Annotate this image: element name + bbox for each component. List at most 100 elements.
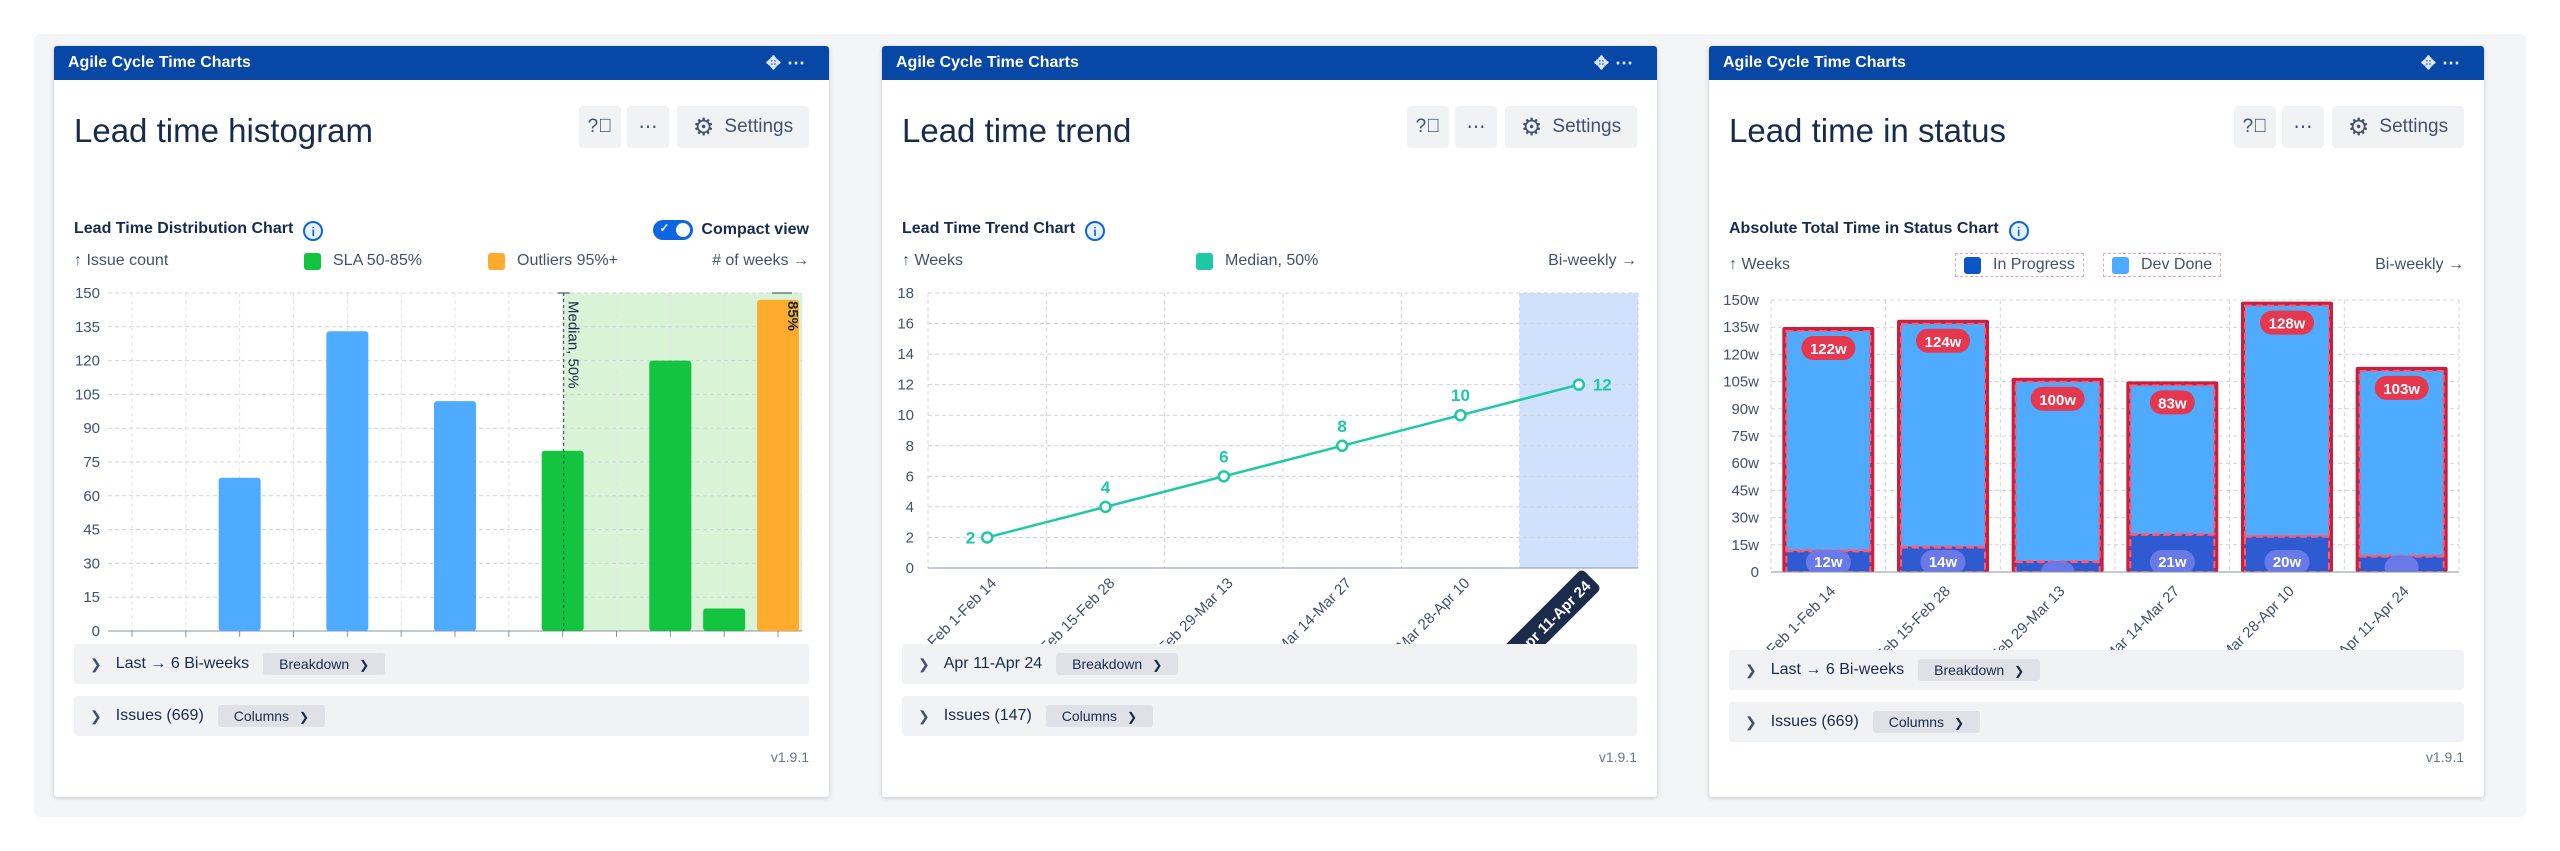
move-icon[interactable]: ✥	[2421, 53, 2442, 73]
x-axis-unit: Bi-weekly →	[1548, 252, 1637, 269]
chevron-right-icon: ❯	[1954, 716, 1965, 730]
bar	[218, 477, 261, 631]
y-tick-label: 0	[906, 560, 914, 577]
settings-button[interactable]: ⚙ Settings	[677, 106, 809, 148]
x-axis-unit: Bi-weekly →	[2375, 256, 2464, 273]
more-button[interactable]: ⋯	[1455, 106, 1497, 148]
y-tick-label: 6	[906, 468, 914, 485]
value-label: 20w	[2273, 554, 2302, 571]
move-icon[interactable]: ✥	[1594, 53, 1615, 73]
chevron-right-icon: ❯	[90, 655, 102, 672]
legend-item-in-progress[interactable]: In Progress	[1955, 253, 2084, 277]
breakdown-label: Breakdown	[1072, 656, 1143, 672]
y-tick-label: 8	[906, 438, 914, 455]
data-label: 2	[966, 528, 975, 547]
settings-button[interactable]: ⚙ Settings	[2332, 106, 2464, 148]
bar	[434, 401, 476, 631]
y-tick-label: 90w	[1731, 401, 1759, 418]
y-tick-label: 30w	[1731, 510, 1759, 527]
move-icon[interactable]: ✥	[766, 53, 787, 73]
status-panel: Agile Cycle Time Charts ✥⋯ Lead time in …	[1709, 46, 2484, 797]
y-tick-label: 90	[83, 420, 100, 437]
y-tick-label: 15	[83, 589, 100, 606]
legend-label: Dev Done	[2141, 256, 2213, 273]
more-button[interactable]: ⋯	[627, 106, 669, 148]
trend-chart[interactable]: 02468101214161824681012Feb 1-Feb 14 Feb 1…	[882, 276, 1657, 676]
columns-label: Columns	[1061, 708, 1118, 724]
more-icon[interactable]: ⋯	[2442, 53, 2466, 73]
status-chart[interactable]: 0 15w 30w 45w 60w 75w 90w 105w 120w 135w 150w 122w 1…	[1709, 276, 2484, 676]
legend-swatch	[1964, 256, 1981, 274]
chart-subtitle-text: Lead Time Distribution Chart	[74, 220, 294, 237]
bar-dev-done	[1785, 330, 1872, 552]
chart-legend-line: ↑ Weeks Median, 50% Bi-weekly →	[902, 252, 1637, 274]
range-row[interactable]: ❯ Last → 6 Bi-weeks Breakdown ❯	[1729, 650, 2464, 690]
info-icon[interactable]: i	[1085, 221, 1106, 241]
range-row[interactable]: ❯ Apr 11-Apr 24 Breakdown ❯	[902, 644, 1637, 684]
help-button[interactable]: ?⃝	[1407, 106, 1449, 148]
columns-label: Columns	[233, 708, 290, 724]
panel-titlebar[interactable]: Agile Cycle Time Charts ✥⋯	[1709, 46, 2484, 80]
panel-titlebar[interactable]: Agile Cycle Time Charts ✥⋯	[54, 46, 829, 80]
issues-row[interactable]: ❯ Issues (147) Columns ❯	[902, 696, 1637, 736]
panel-title: Agile Cycle Time Charts	[68, 54, 251, 71]
settings-button[interactable]: ⚙ Settings	[1505, 106, 1637, 148]
y-tick-label: 12	[897, 377, 914, 394]
breakdown-button[interactable]: Breakdown ❯	[1056, 653, 1179, 675]
chevron-right-icon: ❯	[1745, 713, 1757, 730]
columns-button[interactable]: Columns ❯	[1872, 711, 1981, 733]
issues-label: Issues (669)	[115, 707, 204, 724]
more-icon[interactable]: ⋯	[787, 53, 811, 73]
question-icon: ?⃝	[1415, 116, 1441, 137]
value-label: 83w	[2158, 395, 2187, 412]
y-tick-label: 0	[1751, 564, 1759, 581]
y-axis-unit: ↑ Issue count	[74, 252, 169, 269]
page-title: Lead time in status	[1729, 112, 2006, 149]
issues-row[interactable]: ❯ Issues (669) Columns ❯	[74, 696, 809, 736]
value-label: 124w	[1925, 334, 1962, 351]
data-label: 4	[1101, 478, 1111, 497]
y-tick-label: 15w	[1731, 537, 1759, 554]
chevron-right-icon: ❯	[90, 707, 102, 724]
columns-button[interactable]: Columns ❯	[217, 705, 326, 727]
data-point	[1454, 408, 1467, 422]
info-icon[interactable]: i	[303, 221, 324, 241]
issues-row[interactable]: ❯ Issues (669) Columns ❯	[1729, 702, 2464, 742]
panel-title: Agile Cycle Time Charts	[896, 54, 1079, 71]
toggle-switch[interactable]	[653, 220, 694, 240]
legend-item-dev-done[interactable]: Dev Done	[2103, 253, 2222, 277]
breakdown-button[interactable]: Breakdown ❯	[263, 653, 386, 675]
legend-item-sla[interactable]: SLA 50-85%	[304, 252, 422, 270]
breakdown-button[interactable]: Breakdown ❯	[1918, 659, 2041, 681]
info-icon[interactable]: i	[2008, 221, 2029, 241]
histogram-chart[interactable]: 0153045607590105120135150012345678910111…	[54, 276, 829, 676]
issues-label: Issues (147)	[943, 707, 1032, 724]
panel-titlebar[interactable]: Agile Cycle Time Charts ✥⋯	[882, 46, 1657, 80]
legend-label: SLA 50-85%	[333, 252, 422, 269]
help-button[interactable]: ?⃝	[2234, 106, 2276, 148]
y-tick-label: 135	[75, 319, 100, 336]
legend-item-outliers[interactable]: Outliers 95%+	[488, 252, 618, 270]
more-button[interactable]: ⋯	[2282, 106, 2324, 148]
legend-swatch	[304, 252, 321, 270]
y-tick-label: 105w	[1723, 374, 1759, 391]
issues-label: Issues (669)	[1770, 713, 1859, 730]
page-title: Lead time trend	[902, 112, 1132, 149]
chart-subtitle-text: Lead Time Trend Chart	[902, 220, 1076, 237]
compact-view-toggle[interactable]: Compact view	[653, 220, 809, 240]
bar-dev-done	[2244, 304, 2330, 537]
y-tick-label: 10	[897, 407, 914, 424]
y-tick-label: 45w	[1731, 482, 1759, 499]
chevron-right-icon: ❯	[918, 655, 930, 672]
toggle-label: Compact view	[701, 221, 809, 238]
range-row[interactable]: ❯ Last → 6 Bi-weeks Breakdown ❯	[74, 644, 809, 684]
data-label: 10	[1451, 386, 1470, 405]
legend-item-median[interactable]: Median, 50%	[1196, 252, 1318, 270]
y-tick-label: 14	[897, 346, 914, 363]
more-icon[interactable]: ⋯	[1615, 53, 1639, 73]
columns-button[interactable]: Columns ❯	[1045, 705, 1154, 727]
x-tick-label: Feb 1-Feb 14	[924, 575, 1000, 651]
help-button[interactable]: ?⃝	[579, 106, 621, 148]
chevron-right-icon: ❯	[359, 658, 370, 672]
ellipsis-icon: ⋯	[1466, 116, 1486, 138]
